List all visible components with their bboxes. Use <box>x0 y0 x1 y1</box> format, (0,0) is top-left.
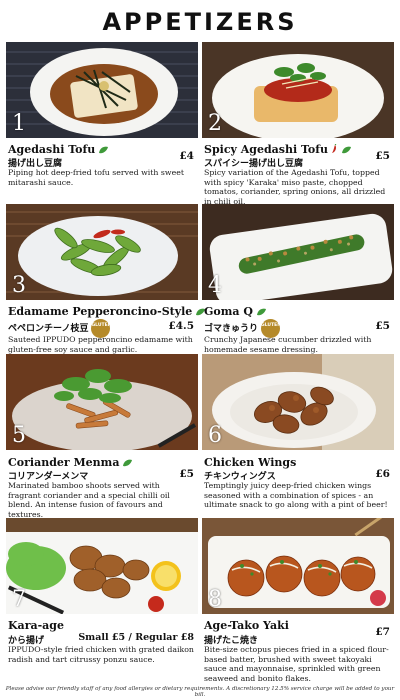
menu-item-kara-age: 7 Kara-age から揚げ Small £5 / Regular £8 IP… <box>6 518 198 678</box>
item-name: Spicy Agedashi Tofu <box>204 143 352 157</box>
chili-icon <box>330 143 338 157</box>
chicken-wings-photo: 6 <box>202 354 394 450</box>
edamame-photo: 3 <box>6 204 198 300</box>
item-description: Sauteed IPPUDO pepperoncino edamame with… <box>8 335 193 354</box>
item-description: Bite-size octopus pieces fried in a spic… <box>204 645 389 683</box>
item-name: Chicken Wings <box>204 456 297 469</box>
item-price: £5 <box>179 468 194 480</box>
menu-item-chicken-wings: 6 Chicken Wings チキンウィングス £6 Temptingly j… <box>202 354 394 514</box>
page-title: APPETIZERS <box>102 8 298 36</box>
item-number: 3 <box>12 273 26 298</box>
allergy-footer-note: Please advise our friendly staff of any … <box>5 686 395 698</box>
item-name: Coriander Menma <box>8 456 133 470</box>
menu-item-spicy-agedashi-tofu: 2 Spicy Agedashi Tofu スパイシー揚げ出し豆腐 £5 Spi… <box>202 42 394 206</box>
item-description: Temptingly juicy deep-fried chicken wing… <box>204 481 388 510</box>
item-price: £5 <box>375 150 390 162</box>
leaf-icon <box>341 144 352 157</box>
item-description: Crunchy Japanese cucumber drizzled with … <box>204 335 372 354</box>
menu-item-coriander-menma: 5 Coriander Menma コリアンダーメンマ £5 Marinated… <box>6 354 198 519</box>
item-name: Agedashi Tofu <box>8 143 109 157</box>
item-description: IPPUDO-style fried chicken with grated d… <box>8 645 194 664</box>
leaf-icon <box>122 457 133 470</box>
item-number: 2 <box>208 111 222 136</box>
goma-q-photo: 4 <box>202 204 394 300</box>
coriander-menma-photo: 5 <box>6 354 198 450</box>
item-number: 7 <box>12 587 26 612</box>
item-price: Small £5 / Regular £8 <box>78 632 194 643</box>
item-price: £5 <box>375 320 390 332</box>
item-number: 1 <box>12 111 26 136</box>
menu-item-goma-q: 4 Goma Q ゴマきゅうり GLUTEN FREE £5 Crunchy Ja… <box>202 204 394 354</box>
leaf-icon <box>256 306 267 319</box>
item-number: 8 <box>208 587 222 612</box>
item-price: £4 <box>179 150 194 162</box>
item-description: Spicy variation of the Agedashi Tofu, to… <box>204 168 386 206</box>
item-name: Age-Tako Yaki <box>204 619 289 632</box>
leaf-icon <box>98 144 109 157</box>
menu-item-agedashi-tofu: 1 Agedashi Tofu 揚げ出し豆腐 £4 Piping hot dee… <box>6 42 198 202</box>
item-number: 5 <box>12 423 26 448</box>
item-description: Piping hot deep-fried tofu served with s… <box>8 168 184 187</box>
spicy-agedashi-tofu-photo: 2 <box>202 42 394 138</box>
item-description: Marinated bamboo shoots served with frag… <box>8 481 170 519</box>
item-number: 4 <box>208 273 222 298</box>
item-price: £4.5 <box>168 320 194 332</box>
item-price: £7 <box>375 626 390 638</box>
item-name: Goma Q <box>204 305 267 319</box>
menu-item-age-tako-yaki: 8 Age-Tako Yaki 揚げたこ焼き £7 Bite-size octo… <box>202 518 394 683</box>
item-name: Edamame Pepperoncino-Style <box>8 305 206 319</box>
menu-item-edamame-pepperoncino: 3 Edamame Pepperoncino-Style ペペロンチーノ枝豆 GL… <box>6 204 206 354</box>
item-name: Kara-age <box>8 619 64 632</box>
item-number: 6 <box>208 423 222 448</box>
age-tako-yaki-photo: 8 <box>202 518 394 614</box>
agedashi-tofu-photo: 1 <box>6 42 198 138</box>
kara-age-photo: 7 <box>6 518 198 614</box>
item-price: £6 <box>375 468 390 480</box>
